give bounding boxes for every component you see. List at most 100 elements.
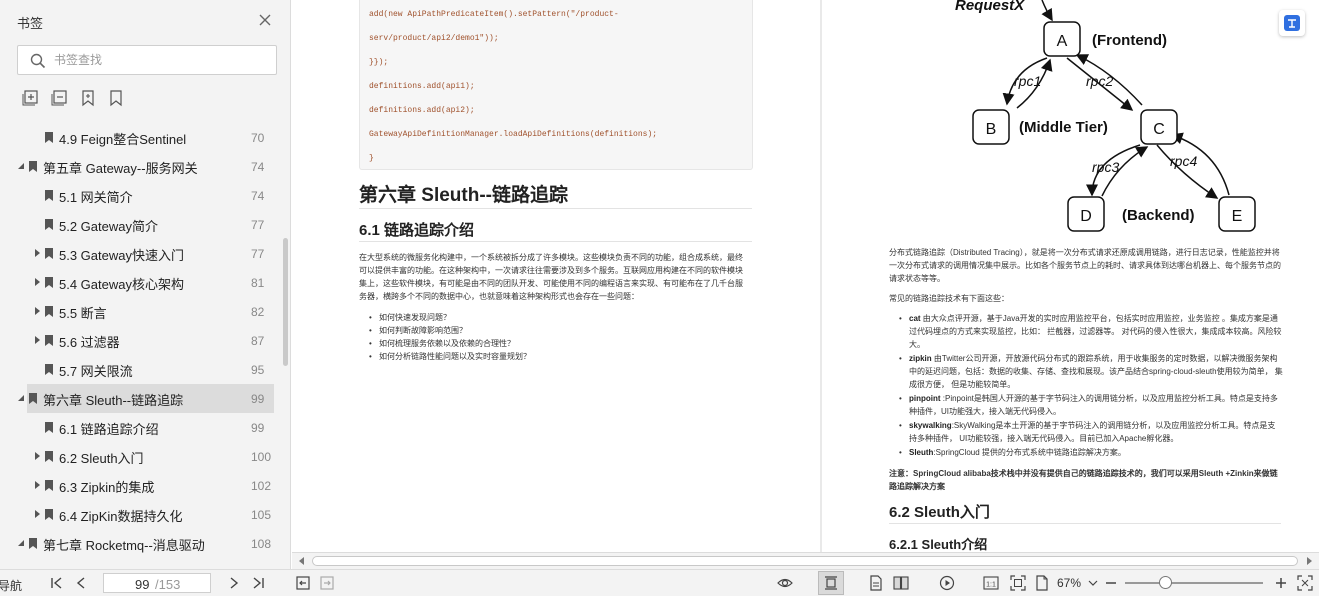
collapse-all-icon[interactable]	[51, 89, 69, 107]
horizontal-scrollbar-thumb[interactable]	[312, 556, 1298, 566]
zoom-in-icon[interactable]	[1273, 575, 1289, 591]
status-bar: 导航 99 /153 1:1 67%	[0, 569, 1319, 596]
previous-page-icon[interactable]	[73, 575, 89, 591]
toc-item[interactable]: 6.4 ZipKin数据持久化 105	[0, 500, 283, 529]
toc-item[interactable]: 第七章 Rocketmq--消息驱动 108	[0, 529, 283, 558]
current-page[interactable]: 99	[135, 577, 149, 592]
actual-size-icon[interactable]: 1:1	[983, 575, 999, 591]
navigation-label[interactable]: 导航	[0, 577, 22, 594]
fit-width-icon[interactable]	[1034, 575, 1050, 591]
code-line: definitions.add(api1);	[369, 82, 475, 91]
triangle-right-icon[interactable]	[33, 249, 41, 257]
exit-icon[interactable]	[295, 575, 311, 591]
toc-item-page: 102	[251, 479, 272, 493]
enter-icon[interactable]	[319, 575, 335, 591]
bookmark-icon	[45, 509, 53, 520]
toc-item-page: 100	[251, 450, 272, 464]
toc-item[interactable]: 5.1 网关简介 74	[0, 181, 283, 210]
triangle-right-icon[interactable]	[33, 307, 41, 315]
scroll-right-icon[interactable]	[1305, 557, 1313, 565]
sidebar-scrollbar-thumb[interactable]	[283, 238, 288, 366]
triangle-right-icon[interactable]	[33, 278, 41, 286]
toc-item-label: 6.2 Sleuth入门	[59, 451, 144, 466]
zoom-dropdown-icon[interactable]	[1085, 575, 1101, 591]
tech-item: pinpoint :Pinpoint是韩国人开源的基于字节码注入的调用链分析，以…	[899, 392, 1283, 418]
toc-item[interactable]: 6.3 Zipkin的集成 102	[0, 471, 283, 500]
fullscreen-icon[interactable]	[1297, 575, 1313, 591]
last-page-icon[interactable]	[250, 575, 266, 591]
triangle-right-icon[interactable]	[33, 336, 41, 344]
page-number-field[interactable]: 99 /153	[103, 573, 211, 593]
triangle-down-icon[interactable]	[17, 394, 25, 402]
toc-item-label: 4.9 Feign整合Sentinel	[59, 132, 187, 147]
bookmark-icon[interactable]	[107, 89, 125, 107]
toc-item[interactable]: 第五章 Gateway--服务网关 74	[0, 152, 283, 181]
bookmark-icon	[45, 219, 53, 230]
toc-item[interactable]: 6.1 链路追踪介绍 99	[0, 413, 283, 442]
triangle-down-icon[interactable]	[17, 162, 25, 170]
toc-item[interactable]: 4.9 Feign整合Sentinel 70	[0, 123, 283, 152]
fit-page-icon[interactable]	[1010, 575, 1026, 591]
bookmark-icon	[29, 161, 37, 172]
toc-item-label: 6.3 Zipkin的集成	[59, 480, 155, 495]
pdf-page-right: RequestX A B C D E (Frontend) (Middle Ti…	[822, 0, 1319, 552]
zoom-level[interactable]: 67%	[1057, 576, 1081, 590]
play-icon[interactable]	[939, 575, 955, 591]
tech-name: skywalking	[909, 421, 952, 430]
eye-care-icon[interactable]	[777, 575, 793, 591]
toc-item[interactable]: 5.7 网关限流 95	[0, 355, 283, 384]
next-page-icon[interactable]	[226, 575, 242, 591]
toc-item[interactable]: 6.2 Sleuth入门 100	[0, 442, 283, 471]
page-tool-button[interactable]	[1279, 10, 1305, 36]
code-line: definitions.add(api2);	[369, 106, 475, 115]
triangle-right-icon[interactable]	[33, 452, 41, 460]
bookmark-search-input[interactable]	[54, 51, 264, 69]
chapter-heading: 第六章 Sleuth--链路追踪	[359, 185, 568, 206]
scroll-left-icon[interactable]	[298, 557, 306, 565]
note-paragraph: 注意：SpringCloud alibaba技术栈中并没有提供自己的链路追踪技术…	[889, 469, 1278, 491]
toc-item[interactable]: 5.3 Gateway快速入门 77	[0, 239, 283, 268]
expand-all-icon[interactable]	[22, 89, 40, 107]
continuous-mode-button[interactable]	[818, 571, 844, 595]
toc-item-label: 5.5 断言	[59, 306, 107, 321]
toc-item-page: 95	[251, 363, 265, 377]
code-line: add(new ApiPathPredicateItem().setPatter…	[369, 10, 619, 19]
section-heading: 6.1 链路追踪介绍	[359, 222, 475, 239]
add-bookmark-icon[interactable]	[79, 89, 97, 107]
triangle-right-icon[interactable]	[33, 481, 41, 489]
toc-item-selected[interactable]: 第六章 Sleuth--链路追踪 99	[27, 384, 274, 413]
horizontal-scrollbar[interactable]	[292, 552, 1319, 569]
toc-item[interactable]: 5.2 Gateway简介 77	[0, 210, 283, 239]
zoom-slider-knob[interactable]	[1158, 576, 1172, 589]
diagram-node-label: B	[986, 121, 997, 138]
toc-item-page: 81	[251, 276, 265, 290]
toc-item[interactable]: 5.4 Gateway核心架构 81	[0, 268, 283, 297]
bookmark-icon	[45, 451, 53, 462]
zoom-slider-track[interactable]	[1125, 582, 1263, 584]
toc-item-page: 99	[251, 421, 265, 435]
diagram-node-label: A	[1057, 33, 1068, 50]
heading-rule	[359, 208, 752, 209]
tech-desc: :Pinpoint是韩国人开源的基于字节码注入的调用链分析，以及应用监控分析工具…	[909, 394, 1278, 416]
toc-item-label: 第五章 Gateway--服务网关	[43, 161, 198, 176]
bookmark-icon	[45, 364, 53, 375]
diagram-node-label: E	[1232, 208, 1243, 225]
heading-rule	[889, 523, 1281, 524]
bookmark-tree: 4.9 Feign整合Sentinel 70 第五章 Gateway--服务网关…	[0, 123, 283, 569]
question-item: 如何快速发现问题？	[369, 311, 739, 324]
first-page-icon[interactable]	[49, 575, 65, 591]
tech-name: Sleuth	[909, 448, 934, 457]
triangle-right-icon[interactable]	[33, 510, 41, 518]
code-line: GatewayApiDefinitionManager.loadApiDefin…	[369, 130, 658, 139]
triangle-down-icon[interactable]	[17, 539, 25, 547]
bookmark-search-box[interactable]	[17, 45, 277, 75]
toc-item-label: 6.4 ZipKin数据持久化	[59, 509, 183, 524]
total-pages: /153	[155, 577, 181, 592]
tech-item: skywalking:SkyWalking是本土开源的基于字节码注入的调用链分析…	[899, 419, 1283, 445]
toc-item[interactable]: 5.5 断言 82	[0, 297, 283, 326]
toc-item[interactable]: 5.6 过滤器 87	[0, 326, 283, 355]
close-icon[interactable]	[258, 13, 272, 27]
single-page-icon[interactable]	[868, 575, 884, 591]
zoom-out-icon[interactable]	[1103, 575, 1119, 591]
double-page-icon[interactable]	[893, 575, 909, 591]
